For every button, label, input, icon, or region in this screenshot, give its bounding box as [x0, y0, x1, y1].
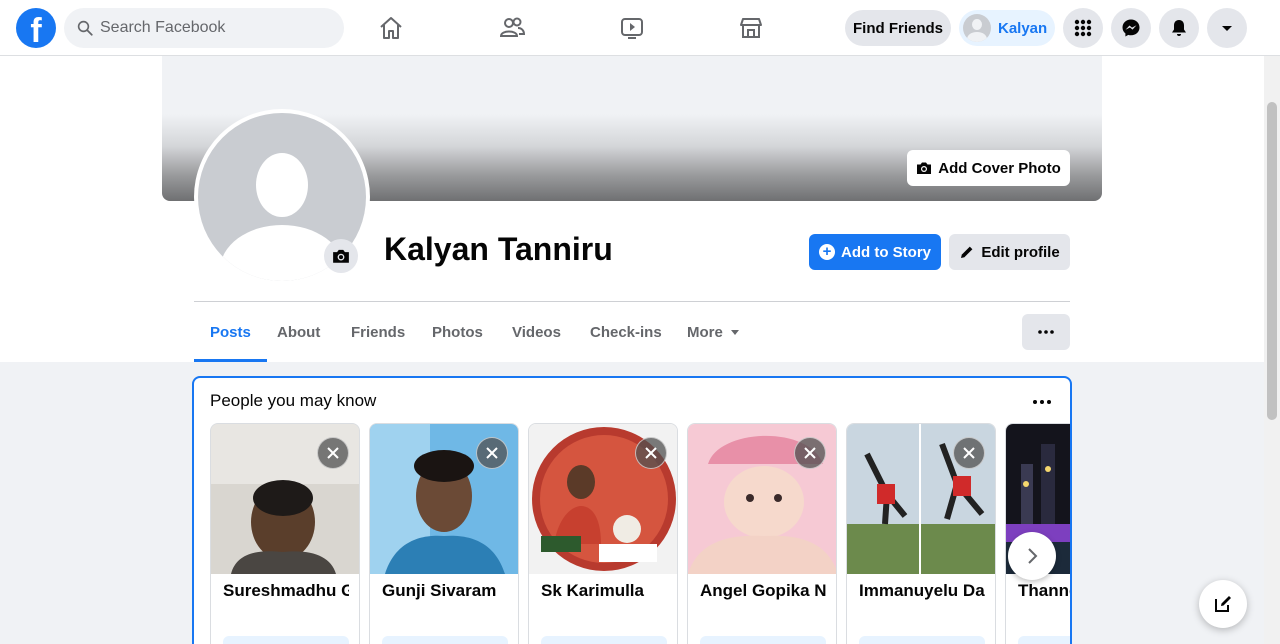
search-input[interactable]	[100, 8, 330, 48]
tab-videos[interactable]: Videos	[496, 302, 577, 362]
update-profile-picture-button[interactable]	[324, 239, 358, 273]
tab-more[interactable]: More	[671, 302, 755, 362]
messenger-button[interactable]	[1111, 8, 1151, 48]
notifications-bell-icon	[1172, 20, 1186, 36]
profile-shortcut-name: Kalyan	[998, 19, 1048, 37]
profile-name: Kalyan Tanniru	[384, 231, 613, 267]
ellipsis-icon	[1033, 400, 1051, 404]
edit-profile-button[interactable]: Edit profile	[949, 234, 1070, 270]
chevron-right-icon	[1028, 548, 1038, 564]
camera-icon	[333, 249, 349, 263]
profile-header: Add Cover Photo Kalyan Tanniru + Add to …	[0, 56, 1264, 362]
add-to-story-button[interactable]: + Add to Story	[809, 234, 941, 270]
person-name[interactable]: Angel Gopika Na	[700, 581, 826, 601]
pymk-options-button[interactable]	[1028, 388, 1056, 416]
nav-tab-home[interactable]	[336, 0, 446, 56]
add-cover-photo-label: Add Cover Photo	[938, 159, 1061, 177]
top-navigation-bar: f Find Friends Kalyan	[0, 0, 1280, 56]
page-scrollbar[interactable]	[1264, 56, 1280, 644]
suggestion-card[interactable]: Sureshmadhu Gu	[210, 423, 360, 644]
dismiss-button[interactable]	[317, 437, 349, 469]
add-friend-button[interactable]	[382, 636, 508, 644]
avatar	[963, 14, 991, 42]
notifications-button[interactable]	[1159, 8, 1199, 48]
tab-about[interactable]: About	[261, 302, 336, 362]
edit-profile-label: Edit profile	[981, 243, 1060, 261]
dismiss-button[interactable]	[953, 437, 985, 469]
add-to-story-label: Add to Story	[841, 243, 931, 261]
home-icon	[380, 17, 402, 39]
camera-icon	[917, 162, 932, 174]
close-icon	[963, 447, 975, 459]
add-friend-button[interactable]	[1018, 636, 1070, 644]
nav-tab-marketplace[interactable]	[696, 0, 806, 56]
add-friend-button[interactable]	[541, 636, 667, 644]
add-friend-button[interactable]	[859, 636, 985, 644]
friends-icon	[499, 17, 526, 37]
close-icon	[645, 447, 657, 459]
close-icon	[486, 447, 498, 459]
suggestion-card[interactable]: Immanuyelu Dar	[846, 423, 996, 644]
profile-shortcut[interactable]: Kalyan	[959, 10, 1055, 46]
pymk-title: People you may know	[210, 391, 377, 410]
dismiss-button[interactable]	[476, 437, 508, 469]
add-cover-photo-button[interactable]: Add Cover Photo	[907, 150, 1070, 186]
scrollbar-thumb[interactable]	[1267, 102, 1277, 420]
pencil-icon	[961, 246, 973, 258]
watch-icon	[621, 18, 643, 39]
close-icon	[804, 447, 816, 459]
tab-posts[interactable]: Posts	[194, 302, 267, 362]
messenger-icon	[1122, 19, 1140, 37]
person-name[interactable]: Thanne	[1018, 581, 1070, 601]
search-icon	[77, 20, 93, 36]
find-friends-button[interactable]: Find Friends	[845, 10, 951, 46]
menu-grid-icon	[1074, 19, 1092, 37]
account-caret-icon	[1222, 26, 1232, 31]
facebook-logo[interactable]: f	[16, 8, 56, 48]
search-box[interactable]	[64, 8, 344, 48]
add-friend-button[interactable]	[223, 636, 349, 644]
people-you-may-know-panel: People you may know Sureshmadhu Gu Gunji…	[192, 376, 1072, 644]
person-name[interactable]: Sk Karimulla	[541, 581, 667, 601]
tab-more-label: More	[687, 323, 723, 341]
suggestion-card[interactable]: Angel Gopika Na	[687, 423, 837, 644]
plus-icon: +	[819, 244, 835, 260]
account-button[interactable]	[1207, 8, 1247, 48]
new-message-button[interactable]	[1199, 580, 1247, 628]
nav-tab-friends[interactable]	[457, 0, 567, 56]
compose-icon	[1215, 596, 1231, 612]
person-name[interactable]: Immanuyelu Dar	[859, 581, 985, 601]
suggestion-card[interactable]: Gunji Sivaram	[369, 423, 519, 644]
carousel-next-button[interactable]	[1008, 532, 1056, 580]
dismiss-button[interactable]	[635, 437, 667, 469]
person-name[interactable]: Sureshmadhu Gu	[223, 581, 349, 601]
dismiss-button[interactable]	[794, 437, 826, 469]
nav-tab-watch[interactable]	[577, 0, 687, 56]
profile-options-button[interactable]	[1022, 314, 1070, 350]
close-icon	[327, 447, 339, 459]
caret-down-icon	[730, 330, 739, 335]
ellipsis-icon	[1038, 330, 1054, 334]
marketplace-icon	[740, 18, 762, 38]
add-friend-button[interactable]	[700, 636, 826, 644]
suggestion-card[interactable]: Sk Karimulla	[528, 423, 678, 644]
tab-check-ins[interactable]: Check-ins	[574, 302, 678, 362]
tab-photos[interactable]: Photos	[416, 302, 499, 362]
tab-friends[interactable]: Friends	[335, 302, 421, 362]
person-name[interactable]: Gunji Sivaram	[382, 581, 508, 601]
menu-button[interactable]	[1063, 8, 1103, 48]
